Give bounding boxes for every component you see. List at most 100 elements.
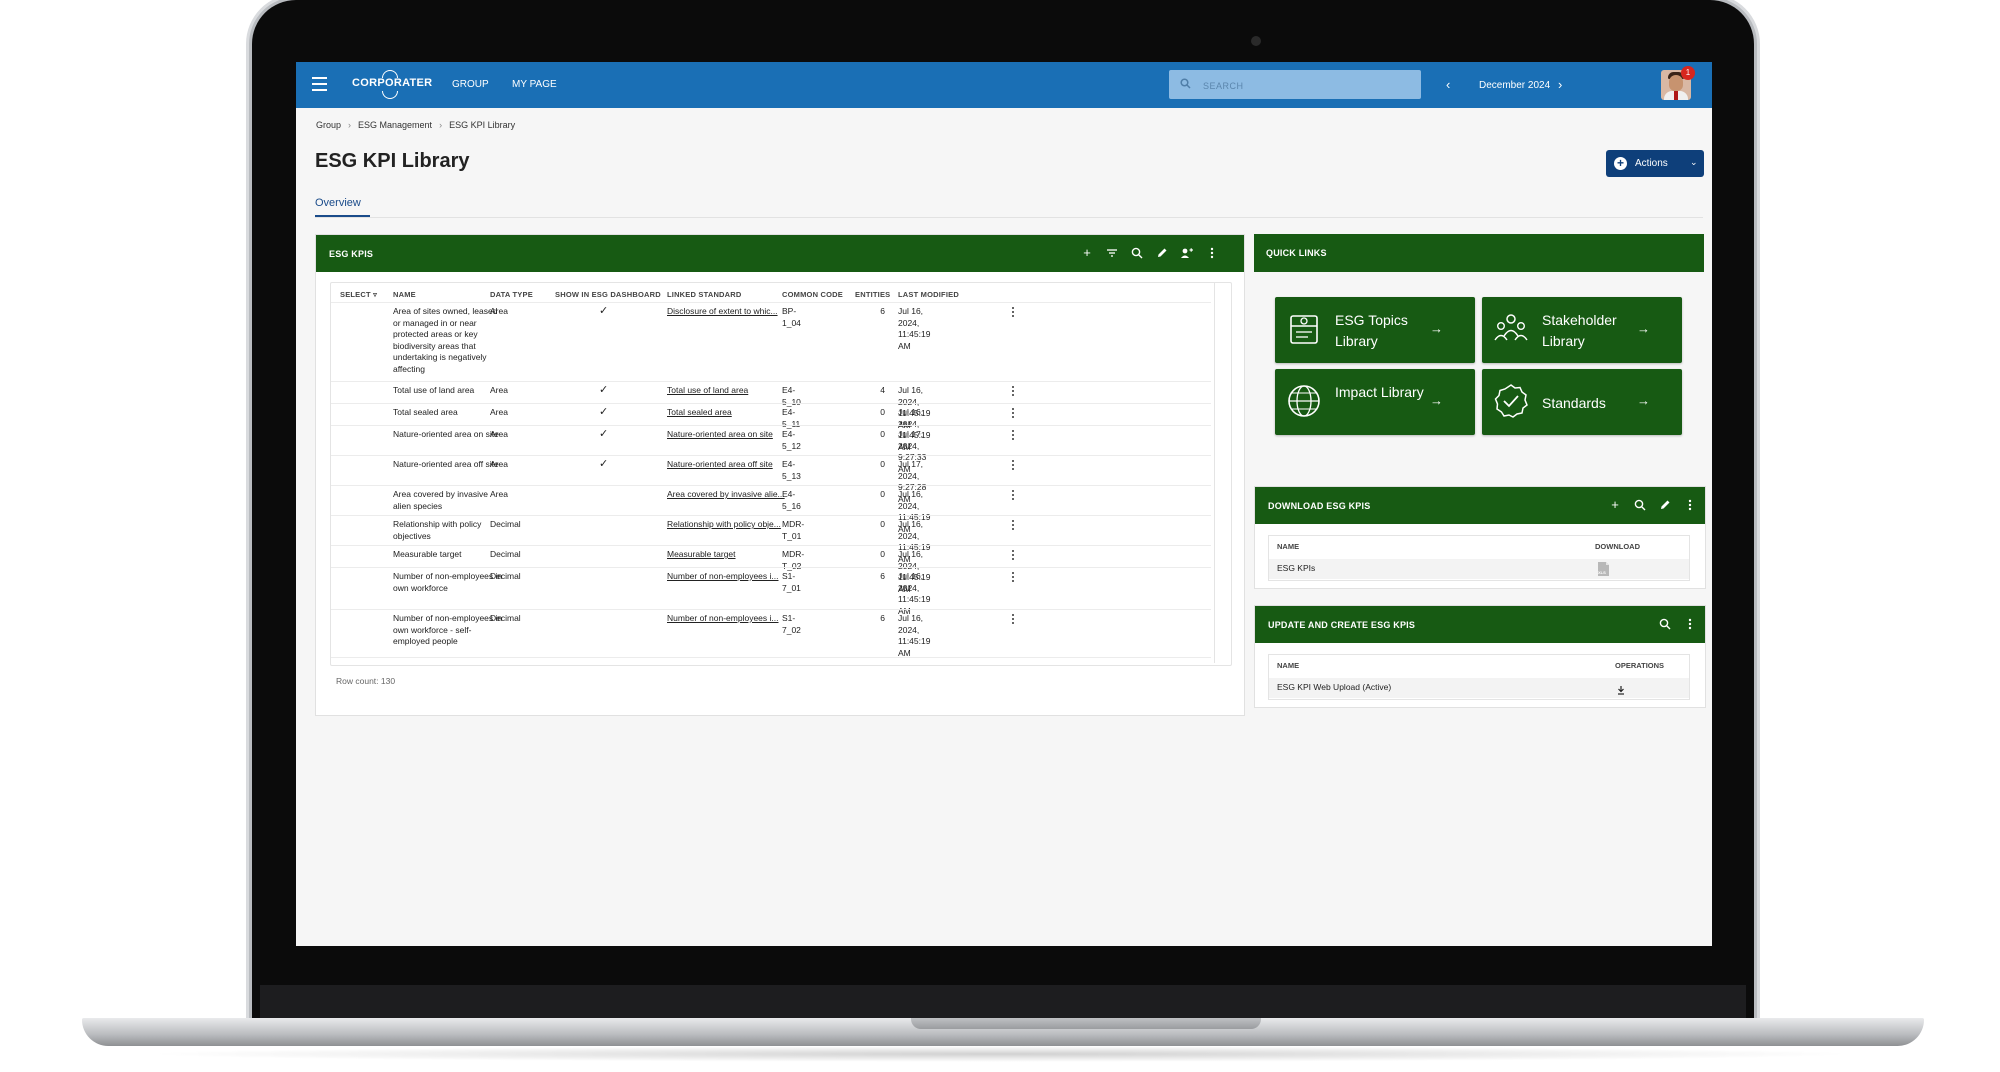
user-assign-icon[interactable]: [1180, 246, 1194, 260]
update-panel-header: UPDATE AND CREATE ESG KPIS: [1255, 606, 1705, 643]
more-vertical-icon[interactable]: [1683, 498, 1697, 512]
col-name: NAME: [1277, 542, 1300, 551]
kpi-linked-standard[interactable]: Number of non-employees i...: [667, 613, 792, 625]
check-icon: ✓: [599, 384, 609, 396]
kpi-linked-standard[interactable]: Disclosure of extent to whic...: [667, 306, 792, 318]
kpi-common-code: MDR-T_01: [782, 519, 805, 541]
row-divider: [331, 545, 1211, 546]
col-select[interactable]: SELECT ▿: [340, 290, 377, 299]
actions-button[interactable]: + Actions ⌄: [1606, 150, 1704, 177]
col-show-dashboard[interactable]: SHOW IN ESG DASHBOARD: [555, 290, 661, 299]
kpi-name[interactable]: Number of non-employees in own workforce: [393, 571, 503, 594]
vertical-scrollbar[interactable]: [1214, 283, 1215, 663]
download-panel: DOWNLOAD ESG KPIS + NAME DOWNLOAD ESG KP…: [1254, 486, 1706, 589]
period-prev-icon[interactable]: ‹: [1446, 77, 1450, 92]
search-icon[interactable]: [1130, 246, 1144, 260]
col-linked-standard[interactable]: LINKED STANDARD: [667, 290, 742, 299]
kpi-linked-standard[interactable]: Area covered by invasive alie...: [667, 489, 792, 501]
kpi-name[interactable]: Total sealed area: [393, 407, 503, 419]
kpi-linked-standard[interactable]: Relationship with policy obje...: [667, 519, 792, 531]
logo-arc-bottom: [382, 91, 398, 99]
nav-group[interactable]: GROUP: [452, 79, 489, 90]
kpi-entities: 0: [880, 429, 885, 439]
notification-badge[interactable]: 1: [1681, 66, 1695, 80]
period-next-icon[interactable]: ›: [1558, 77, 1562, 92]
filter-icon[interactable]: [1105, 246, 1119, 260]
kpi-name[interactable]: Number of non-employees in own workforce…: [393, 613, 503, 648]
kpi-linked-standard[interactable]: Total sealed area: [667, 407, 792, 419]
check-icon: ✓: [599, 428, 609, 440]
kpi-name[interactable]: Area of sites owned, leased or managed i…: [393, 306, 503, 375]
quick-link-esg-topics[interactable]: ESG Topics Library →: [1275, 297, 1475, 363]
kpi-linked-standard[interactable]: Total use of land area: [667, 385, 792, 397]
col-last-modified[interactable]: LAST MODIFIED: [898, 290, 959, 299]
row-divider: [331, 515, 1211, 516]
col-operations: OPERATIONS: [1615, 661, 1665, 670]
quick-link-impact[interactable]: Impact Library →: [1275, 369, 1475, 435]
kpi-table: SELECT ▿ NAME DATA TYPE SHOW IN ESG DASH…: [330, 282, 1232, 666]
actions-label: Actions: [1635, 158, 1668, 169]
search-box[interactable]: [1169, 70, 1421, 99]
kpi-linked-standard[interactable]: Number of non-employees i...: [667, 571, 792, 583]
kpi-name[interactable]: Area covered by invasive alien species: [393, 489, 503, 512]
search-icon[interactable]: [1658, 617, 1672, 631]
row-menu-icon[interactable]: [1011, 550, 1015, 562]
breadcrumb-group[interactable]: Group: [316, 120, 341, 130]
search-input[interactable]: [1201, 76, 1405, 96]
menu-icon[interactable]: [312, 77, 327, 91]
row-menu-icon[interactable]: [1011, 430, 1015, 442]
period-label[interactable]: December 2024: [1479, 80, 1550, 91]
arrow-right-icon: →: [1637, 321, 1650, 336]
col-entities[interactable]: ENTITIES: [855, 290, 890, 299]
add-icon[interactable]: +: [1080, 246, 1094, 260]
upload-icon[interactable]: [1617, 682, 1625, 700]
kpi-data-type: Area: [490, 306, 508, 316]
breadcrumb-esg-management[interactable]: ESG Management: [358, 120, 432, 130]
search-icon[interactable]: [1633, 498, 1647, 512]
quick-links-header: QUICK LINKS: [1254, 234, 1704, 272]
kpi-linked-standard[interactable]: Measurable target: [667, 549, 792, 561]
more-vertical-icon[interactable]: [1205, 246, 1219, 260]
download-title: DOWNLOAD ESG KPIS: [1268, 501, 1371, 511]
row-menu-icon[interactable]: [1011, 408, 1015, 420]
col-download: DOWNLOAD: [1595, 542, 1640, 551]
download-table: NAME DOWNLOAD ESG KPIs XLS: [1268, 535, 1690, 581]
quick-link-standards[interactable]: Standards →: [1482, 369, 1682, 435]
edit-icon[interactable]: [1155, 246, 1169, 260]
app-screen: CORPORATER GROUP MY PAGE ‹ December 2024…: [296, 62, 1712, 946]
kpi-common-code: S1-7_01: [782, 571, 801, 593]
table-row[interactable]: [1269, 559, 1689, 579]
col-data-type[interactable]: DATA TYPE: [490, 290, 533, 299]
row-menu-icon[interactable]: [1011, 520, 1015, 532]
laptop-base: [82, 1018, 1924, 1046]
row-menu-icon[interactable]: [1011, 614, 1015, 626]
nav-my-page[interactable]: MY PAGE: [512, 79, 557, 90]
row-menu-icon[interactable]: [1011, 307, 1015, 319]
kpi-last-modified: Jul 16, 2024, 11:45:19 AM: [898, 571, 931, 616]
breadcrumb: Group › ESG Management › ESG KPI Library: [316, 120, 515, 130]
edit-icon[interactable]: [1658, 498, 1672, 512]
row-menu-icon[interactable]: [1011, 572, 1015, 584]
kpi-name[interactable]: Relationship with policy objectives: [393, 519, 503, 542]
app-logo[interactable]: CORPORATER: [352, 70, 432, 99]
kpi-linked-standard[interactable]: Nature-oriented area off site: [667, 459, 792, 471]
add-icon[interactable]: +: [1608, 498, 1622, 512]
kpi-name[interactable]: Nature-oriented area on site: [393, 429, 503, 441]
kpi-name[interactable]: Total use of land area: [393, 385, 503, 397]
kpi-name[interactable]: Measurable target: [393, 549, 503, 561]
quick-link-label: Impact Library: [1335, 384, 1424, 400]
xls-file-icon[interactable]: XLS: [1597, 561, 1610, 582]
col-common-code[interactable]: COMMON CODE: [782, 290, 843, 299]
row-menu-icon[interactable]: [1011, 460, 1015, 472]
more-vertical-icon[interactable]: [1683, 617, 1697, 631]
row-menu-icon[interactable]: [1011, 490, 1015, 502]
quick-link-stakeholder[interactable]: Stakeholder Library →: [1482, 297, 1682, 363]
tab-overview[interactable]: Overview: [315, 197, 361, 209]
row-menu-icon[interactable]: [1011, 386, 1015, 398]
kpi-linked-standard[interactable]: Nature-oriented area on site: [667, 429, 792, 441]
esg-kpis-panel-header: ESG KPIS +: [316, 235, 1244, 272]
kpi-name[interactable]: Nature-oriented area off site: [393, 459, 503, 471]
app-header: CORPORATER GROUP MY PAGE ‹ December 2024…: [296, 62, 1712, 108]
download-panel-header: DOWNLOAD ESG KPIS +: [1255, 487, 1705, 524]
col-name[interactable]: NAME: [393, 290, 416, 299]
